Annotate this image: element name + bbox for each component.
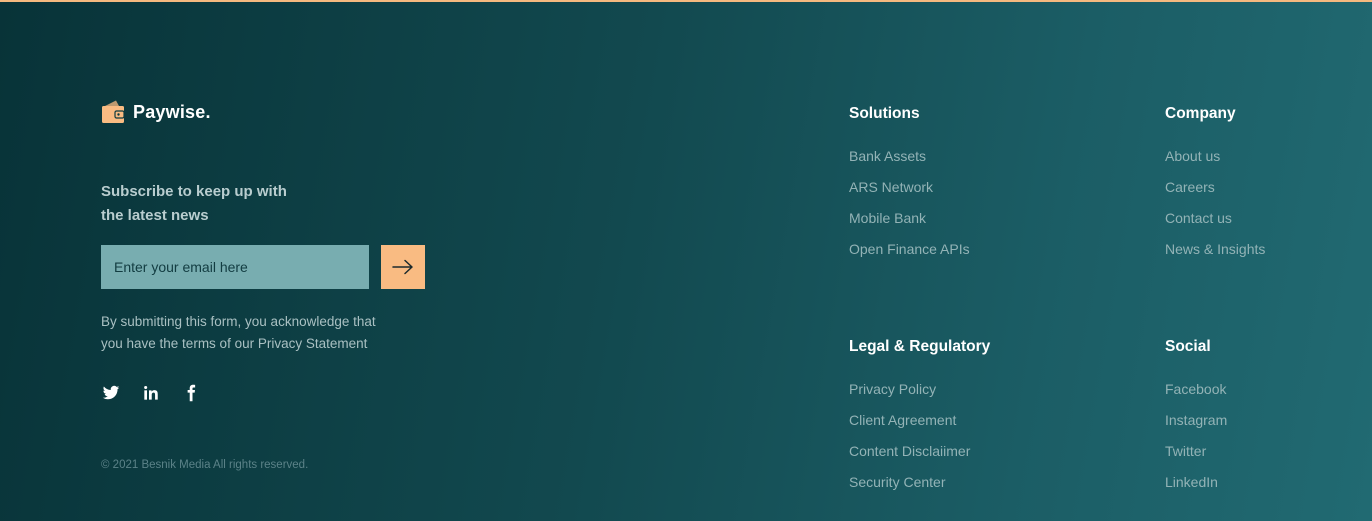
- link-open-finance-apis[interactable]: Open Finance APIs: [849, 241, 970, 257]
- brand-name: Paywise.: [133, 101, 211, 122]
- link-privacy-policy[interactable]: Privacy Policy: [849, 381, 936, 397]
- subscribe-disclaimer: By submitting this form, you acknowledge…: [101, 311, 421, 355]
- link-twitter[interactable]: Twitter: [1165, 443, 1206, 459]
- email-input[interactable]: [101, 245, 369, 289]
- wallet-icon: [102, 100, 125, 123]
- column-title-legal: Legal & Regulatory: [849, 338, 991, 355]
- footer-column-legal: Legal & Regulatory Privacy Policy Client…: [849, 338, 990, 504]
- link-news-insights[interactable]: News & Insights: [1165, 241, 1265, 257]
- footer-column-solutions: Solutions Bank Assets ARS Network Mobile…: [849, 105, 970, 271]
- footer-column-social: Social Facebook Instagram Twitter Linked…: [1165, 338, 1227, 504]
- link-content-disclaimer[interactable]: Content Disclaiimer: [849, 443, 970, 459]
- disclaimer-line-2: you have the terms of our Privacy Statem…: [101, 336, 368, 351]
- link-linkedin[interactable]: LinkedIn: [1165, 474, 1218, 490]
- subscribe-heading: Subscribe to keep up with the latest new…: [101, 180, 341, 228]
- social-icon-row: [101, 383, 201, 403]
- link-facebook[interactable]: Facebook: [1165, 381, 1226, 397]
- twitter-icon[interactable]: [101, 383, 121, 403]
- facebook-icon[interactable]: [181, 383, 201, 403]
- link-security-center[interactable]: Security Center: [849, 474, 945, 490]
- subscribe-heading-line-1: Subscribe to keep up with: [101, 183, 287, 200]
- link-ars-network[interactable]: ARS Network: [849, 179, 933, 195]
- link-instagram[interactable]: Instagram: [1165, 412, 1227, 428]
- link-careers[interactable]: Careers: [1165, 179, 1215, 195]
- column-title-social: Social: [1165, 338, 1211, 355]
- column-title-company: Company: [1165, 105, 1236, 122]
- subscribe-heading-line-2: the latest news: [101, 207, 209, 224]
- arrow-right-icon: [392, 259, 413, 275]
- link-mobile-bank[interactable]: Mobile Bank: [849, 210, 926, 226]
- link-about-us[interactable]: About us: [1165, 148, 1220, 164]
- brand-logo[interactable]: Paywise.: [101, 99, 211, 125]
- column-title-solutions: Solutions: [849, 105, 920, 122]
- copyright-text: © 2021 Besnik Media All rights reserved.: [101, 459, 309, 471]
- subscribe-submit-button[interactable]: [381, 245, 425, 289]
- linkedin-icon[interactable]: [141, 383, 161, 403]
- link-bank-assets[interactable]: Bank Assets: [849, 148, 926, 164]
- site-footer: Paywise. Subscribe to keep up with the l…: [0, 0, 1372, 521]
- link-contact-us[interactable]: Contact us: [1165, 210, 1232, 226]
- footer-column-company: Company About us Careers Contact us News…: [1165, 105, 1265, 271]
- disclaimer-line-1: By submitting this form, you acknowledge…: [101, 314, 376, 329]
- link-client-agreement[interactable]: Client Agreement: [849, 412, 956, 428]
